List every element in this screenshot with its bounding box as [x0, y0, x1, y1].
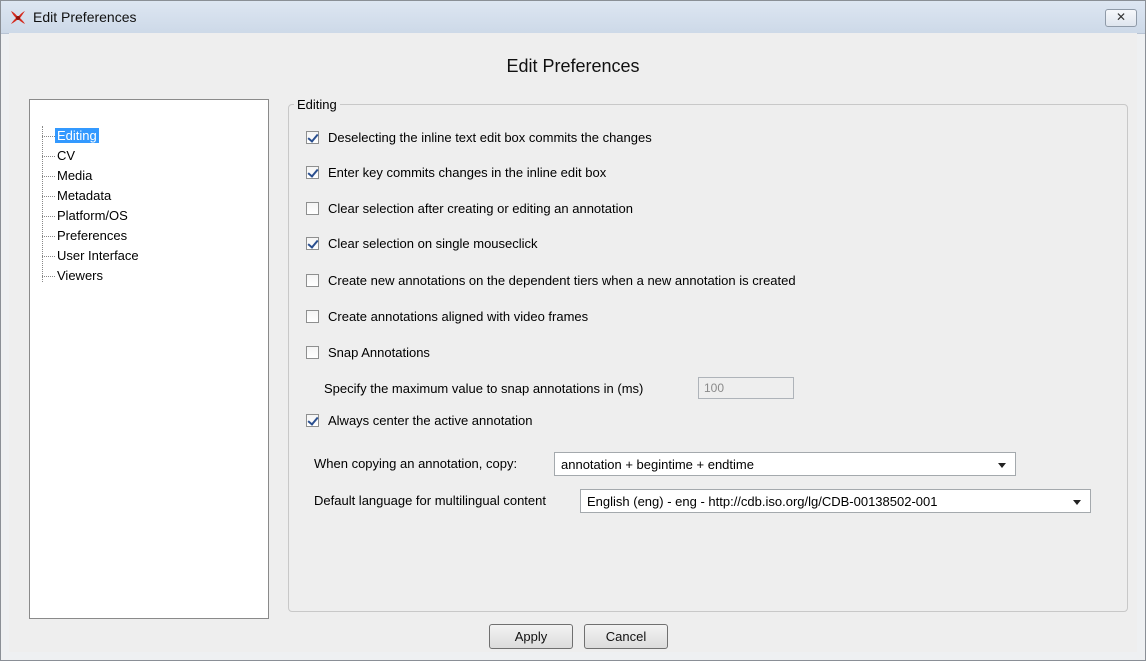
sidebar-item-label: Metadata: [57, 188, 112, 203]
chevron-down-icon: [1073, 500, 1081, 505]
option-label: Clear selection after creating or editin…: [328, 201, 633, 216]
tree-branch: [42, 216, 55, 217]
app-logo-icon: [11, 11, 25, 24]
apply-button[interactable]: Apply: [489, 624, 573, 649]
option-label: Clear selection on single mouseclick: [328, 236, 538, 251]
copy-mode-label: When copying an annotation, copy:: [314, 456, 518, 471]
close-button[interactable]: ✕: [1105, 9, 1137, 27]
option-label: Create new annotations on the dependent …: [328, 273, 796, 288]
sidebar-item-label: CV: [57, 148, 76, 163]
title-bar: Edit Preferences ✕: [1, 1, 1145, 34]
copy-mode-select[interactable]: annotation + begintime + endtime: [554, 452, 1016, 476]
snap-max-label: Specify the maximum value to snap annota…: [324, 381, 644, 396]
sidebar-item-label: Platform/OS: [57, 208, 128, 223]
tree-branch: [42, 196, 55, 197]
chevron-down-icon: [998, 463, 1006, 468]
checkbox[interactable]: [306, 414, 319, 427]
tree-branch: [42, 256, 55, 257]
sidebar-item-metadata[interactable]: Metadata: [30, 186, 268, 206]
sidebar-item-label: Editing: [55, 128, 99, 143]
sidebar-item-preferences[interactable]: Preferences: [30, 226, 268, 246]
window-title: Edit Preferences: [33, 9, 137, 25]
dialog-content: Edit Preferences Editing CV Media Metada…: [9, 33, 1137, 652]
sidebar-item-editing[interactable]: Editing: [30, 126, 268, 146]
checkbox[interactable]: [306, 202, 319, 215]
option-label: Create annotations aligned with video fr…: [328, 309, 589, 324]
sidebar-item-user-interface[interactable]: User Interface: [30, 246, 268, 266]
page-title: Edit Preferences: [506, 56, 640, 76]
group-title: Editing: [294, 97, 340, 112]
sidebar-item-label: User Interface: [57, 248, 139, 263]
sidebar-item-media[interactable]: Media: [30, 166, 268, 186]
language-label: Default language for multilingual conten…: [314, 493, 546, 508]
close-icon: ✕: [1115, 10, 1127, 24]
checkbox[interactable]: [306, 310, 319, 323]
checkbox[interactable]: [306, 131, 319, 144]
cancel-button[interactable]: Cancel: [584, 624, 668, 649]
sidebar-item-label: Media: [57, 168, 93, 183]
tree-branch: [42, 136, 55, 137]
option-label: Enter key commits changes in the inline …: [328, 165, 607, 180]
tree-branch: [42, 156, 55, 157]
sidebar-item-viewers[interactable]: Viewers: [30, 266, 268, 286]
preferences-window: Edit Preferences ✕ Edit Preferences Edit…: [0, 0, 1146, 661]
option-label: Deselecting the inline text edit box com…: [328, 130, 652, 145]
copy-mode-value: annotation + begintime + endtime: [561, 457, 754, 472]
tree-branch: [42, 276, 55, 277]
checkbox[interactable]: [306, 166, 319, 179]
sidebar-item-cv[interactable]: CV: [30, 146, 268, 166]
tree-branch: [42, 176, 55, 177]
option-label: Snap Annotations: [328, 345, 430, 360]
language-value: English (eng) - eng - http://cdb.iso.org…: [587, 494, 938, 509]
category-tree[interactable]: Editing CV Media Metadata Platform/OS Pr…: [29, 99, 269, 619]
option-label: Always center the active annotation: [328, 413, 533, 428]
sidebar-item-label: Preferences: [57, 228, 128, 243]
sidebar-item-label: Viewers: [57, 268, 104, 283]
tree-branch: [42, 236, 55, 237]
sidebar-item-platform-os[interactable]: Platform/OS: [30, 206, 268, 226]
checkbox[interactable]: [306, 274, 319, 287]
checkbox[interactable]: [306, 346, 319, 359]
snap-max-input[interactable]: [698, 377, 794, 399]
language-select[interactable]: English (eng) - eng - http://cdb.iso.org…: [580, 489, 1091, 513]
checkbox[interactable]: [306, 237, 319, 250]
